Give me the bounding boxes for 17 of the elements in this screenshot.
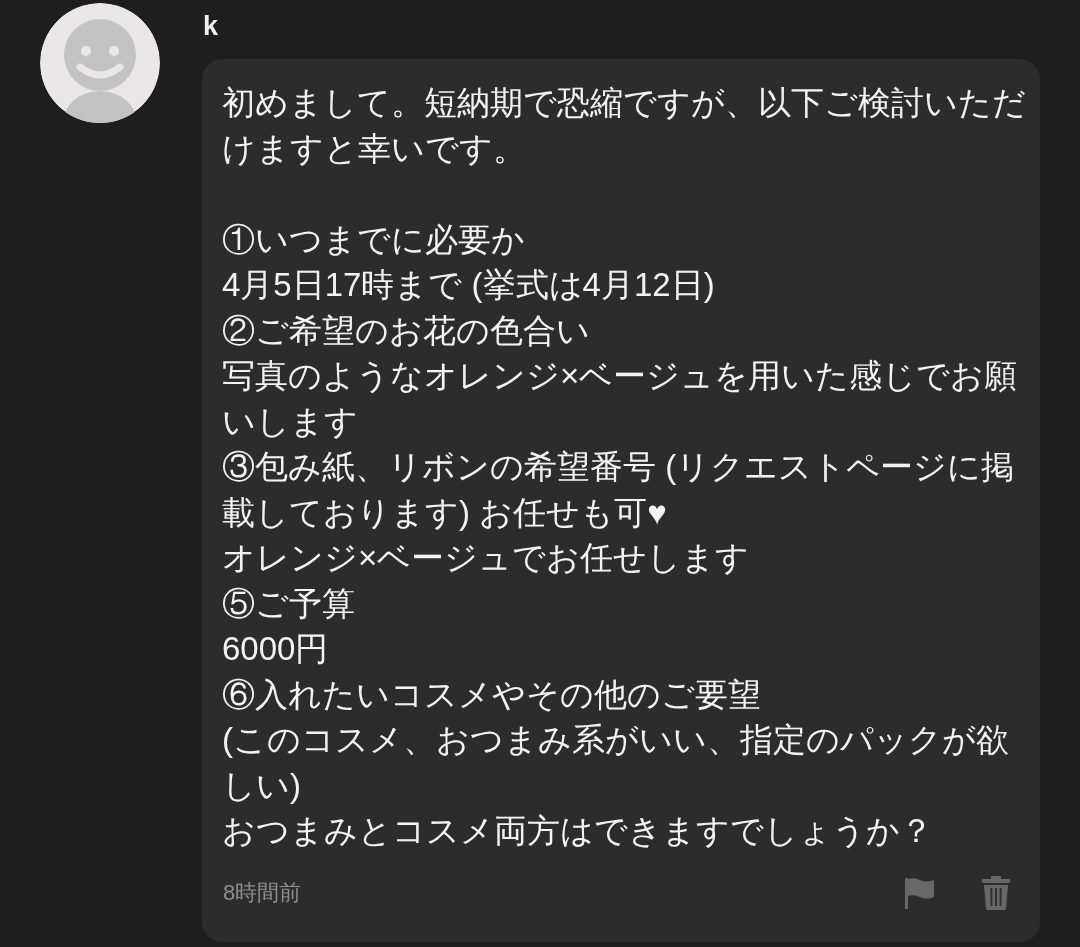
message-text: ①いつまでに必要か: [222, 219, 525, 260]
message-text: 6000円: [222, 629, 329, 669]
message-text: 写真のようなオレンジ×ベージュを用いた感じでお願いします: [222, 356, 1019, 442]
message-text: オレンジ×ベージュでお任せします: [222, 538, 750, 578]
flag-icon[interactable]: [904, 876, 934, 909]
author-name: k: [202, 11, 219, 41]
message-text: ③包み紙、リボンの希望番号 (リクエストページに掲載しております) お任せも可♥: [222, 447, 1016, 533]
message-text: (このコスメ、おつまみ系がいい、指定のパックが欲しい): [222, 720, 1010, 806]
message-text: ⑤ご予算: [222, 583, 355, 624]
message-text: 初めまして。短納期で恐縮ですが、以下ご検討いただけますと幸いです。: [222, 83, 1027, 169]
avatar-icon: [40, 3, 160, 123]
message-text: ⑥入れたいコスメやその他のご要望: [222, 674, 761, 715]
timestamp: 8時間前: [222, 879, 302, 907]
message-text: ②ご希望のお花の色合い: [222, 310, 590, 351]
message-text: おつまみとコスメ両方はできますでしょうか？: [222, 811, 933, 851]
trash-icon[interactable]: [982, 875, 1010, 910]
message-text: 4月5日17時まで (挙式は4月12日): [222, 265, 715, 305]
